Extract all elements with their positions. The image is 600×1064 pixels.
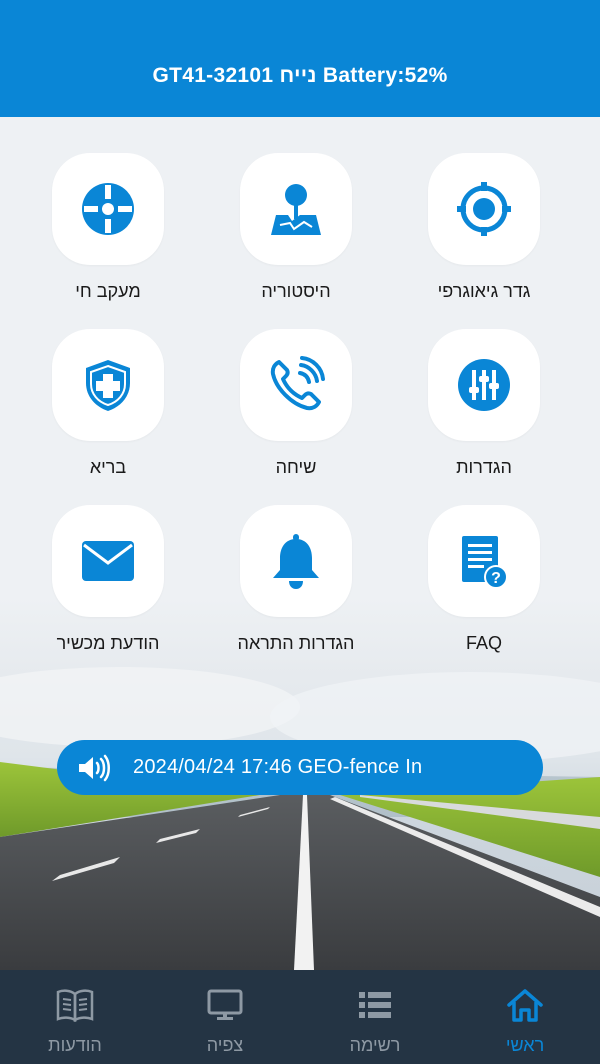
tile-label: היסטוריה [261,281,331,301]
envelope-icon [82,541,134,581]
tile-history[interactable]: היסטוריה [221,153,371,302]
monitor-icon [207,989,243,1020]
tile-label: שיחה [275,457,317,477]
tab-label: צפיה [206,1035,244,1055]
tab-messages[interactable]: הודעות [0,970,150,1064]
phone-call-icon [270,356,325,411]
app-header: GT41-32101 נייח Battery:52% [0,0,600,117]
bottom-tab-bar: הודעות צפיה רשימה ראשי [0,970,600,1064]
tile-health[interactable]: בריא [33,329,183,478]
list-icon [359,992,391,1018]
tile-icon-box[interactable] [52,505,164,617]
health-shield-icon [86,360,130,411]
tile-label: מעקב חי [75,281,141,301]
tile-label: הגדרות [456,457,512,477]
tile-live-tracking[interactable]: מעקב חי [33,153,183,302]
tab-list[interactable]: רשימה [300,970,450,1064]
tab-label: ראשי [505,1035,545,1055]
svg-text:?: ? [491,570,501,587]
tile-icon-box[interactable] [428,329,540,441]
crosshair-icon [82,183,134,235]
tile-label: הודעת מכשיר [56,633,160,653]
tile-icon-box[interactable]: ? [428,505,540,617]
tile-icon-box[interactable] [240,505,352,617]
tile-call[interactable]: שיחה [221,329,371,478]
tile-icon-box[interactable] [240,153,352,265]
bell-icon [273,534,319,589]
speaker-icon [79,754,110,781]
tab-home[interactable]: ראשי [450,970,600,1064]
tile-icon-box[interactable] [240,329,352,441]
tile-geofence[interactable]: גדר גיאוגרפי [409,153,559,302]
notification-text: 2024/04/24 17:46 GEO-fence In [133,756,423,778]
tile-label: הגדרות התראה [237,633,355,653]
sliders-icon [458,359,510,411]
tile-settings[interactable]: הגדרות [409,329,559,478]
header-title: GT41-32101 נייח Battery:52% [152,63,448,87]
tab-label: הודעות [48,1035,102,1055]
map-pin-icon [271,184,321,235]
notification-banner[interactable]: 2024/04/24 17:46 GEO-fence In [57,740,543,795]
home-icon [507,989,543,1022]
tile-device-message[interactable]: הודעת מכשיר [33,505,183,654]
tile-icon-box[interactable] [52,329,164,441]
book-icon [56,989,94,1022]
tile-label: גדר גיאוגרפי [437,281,531,301]
faq-document-icon: ? [462,536,508,589]
tile-faq[interactable]: ? FAQ [409,505,559,654]
tile-label: בריא [89,457,127,477]
tab-view[interactable]: צפיה [150,970,300,1064]
tab-label: רשימה [349,1035,401,1055]
tile-icon-box[interactable] [52,153,164,265]
tile-label: FAQ [465,633,502,653]
tile-alert-settings[interactable]: הגדרות התראה [221,505,371,654]
tile-icon-box[interactable] [428,153,540,265]
geofence-target-icon [457,182,511,236]
